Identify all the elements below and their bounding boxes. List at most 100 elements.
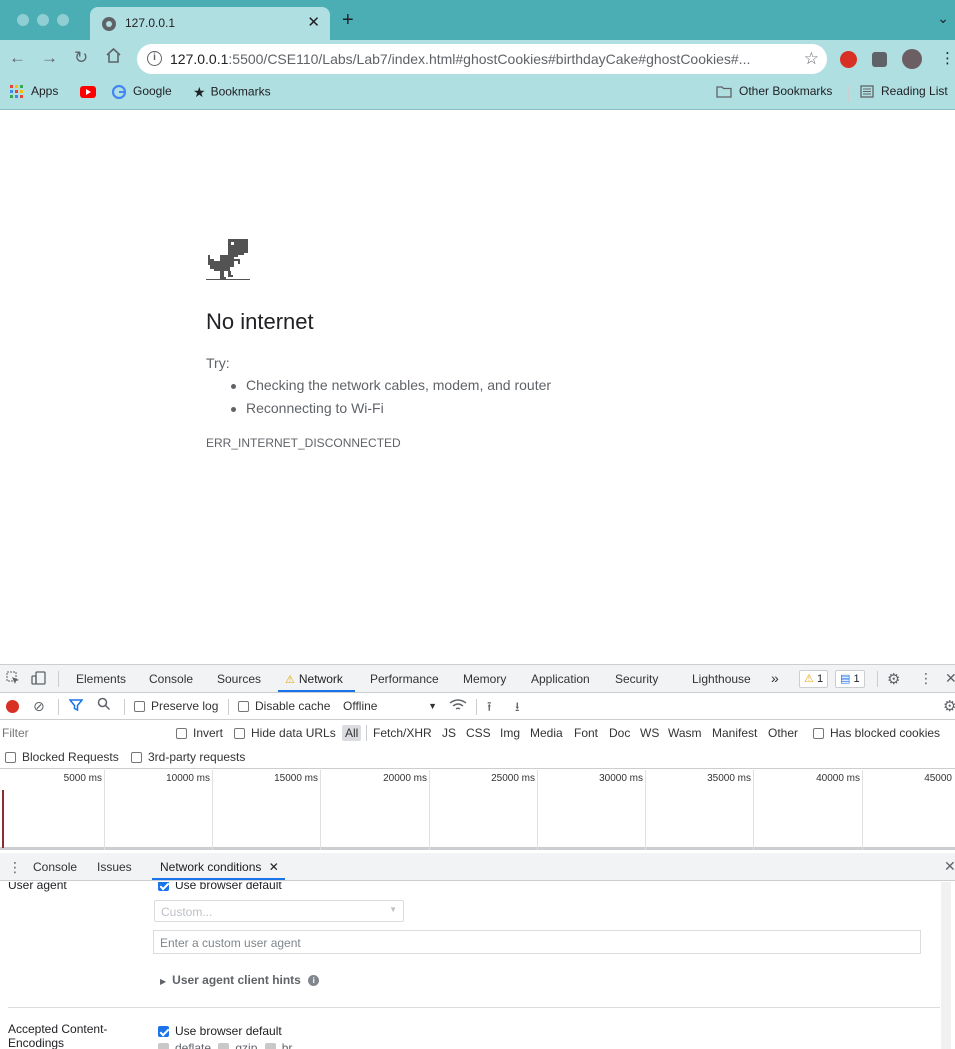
drawer-tab-issues[interactable]: Issues [97, 860, 132, 874]
network-settings-gear-icon[interactable]: ⚙ [943, 697, 955, 715]
reading-list[interactable]: Reading List [860, 84, 948, 98]
type-filter-other[interactable]: Other [768, 726, 798, 740]
settings-gear-icon[interactable]: ⚙ [887, 670, 900, 688]
divider [228, 699, 229, 715]
back-button[interactable]: ← [9, 48, 26, 68]
bookmark-bookmarks[interactable]: ★ Bookmarks [193, 84, 271, 101]
invert-checkbox[interactable]: Invert [176, 726, 223, 740]
drawer-tab-console[interactable]: Console [33, 860, 77, 874]
inspect-element-icon[interactable] [6, 671, 20, 688]
tab-close-icon[interactable]: ✕ [307, 13, 320, 31]
type-filter-wasm[interactable]: Wasm [668, 726, 702, 740]
devtools-tabbar: Elements Console Sources ⚠ Network Perfor… [0, 665, 955, 693]
has-blocked-cookies-checkbox[interactable]: Has blocked cookies [813, 726, 940, 740]
tab-lighthouse[interactable]: Lighthouse [692, 672, 751, 686]
type-filter-js[interactable]: JS [442, 726, 456, 740]
type-filter-media[interactable]: Media [530, 726, 563, 740]
tab-sources[interactable]: Sources [217, 672, 261, 686]
tab-elements[interactable]: Elements [76, 672, 126, 686]
record-button[interactable] [6, 700, 19, 713]
close-drawer-icon[interactable]: ✕ [944, 858, 955, 875]
window-close-button[interactable] [17, 14, 29, 26]
browser-menu-icon[interactable]: ⋮ [940, 49, 955, 67]
network-conditions-panel: User agent Use browser default Custom...… [0, 882, 955, 1049]
bookmark-star-icon[interactable]: ☆ [804, 49, 819, 69]
error-page: No internet Try: Checking the network ca… [0, 111, 955, 664]
network-conditions-icon[interactable] [449, 698, 467, 715]
section-divider [8, 1007, 940, 1008]
bookmark-google[interactable]: Google [112, 84, 172, 99]
drawer-menu-icon[interactable]: ⋮ [8, 859, 22, 876]
type-filter-img[interactable]: Img [500, 726, 520, 740]
clear-icon[interactable]: ⊘ [33, 698, 45, 715]
device-toolbar-icon[interactable] [31, 671, 47, 688]
tab-security[interactable]: Security [615, 672, 658, 686]
type-filter-fetch-xhr[interactable]: Fetch/XHR [373, 726, 432, 740]
ua-use-default-checkbox[interactable]: Use browser default [158, 882, 282, 892]
scrollbar[interactable] [941, 882, 951, 1049]
network-overview-timeline[interactable]: 5000 ms 10000 ms 15000 ms 20000 ms 25000… [0, 770, 955, 850]
throttling-select[interactable]: Offline ▼ [343, 699, 437, 713]
home-icon [106, 47, 121, 63]
hide-data-urls-checkbox[interactable]: Hide data URLs [234, 726, 336, 740]
client-hints-toggle[interactable]: ▶ User agent client hints i [160, 973, 320, 987]
other-bookmarks[interactable]: Other Bookmarks [716, 84, 832, 98]
preserve-log-checkbox[interactable]: Preserve log [134, 699, 218, 713]
tab-application[interactable]: Application [531, 672, 590, 686]
tab-network[interactable]: ⚠ Network [285, 672, 343, 686]
reload-button[interactable]: ↻ [74, 48, 88, 68]
close-devtools-icon[interactable]: ✕ [945, 670, 955, 687]
new-tab-button[interactable]: + [342, 9, 354, 32]
window-minimize-button[interactable] [37, 14, 49, 26]
home-button[interactable] [105, 47, 122, 69]
messages-badge[interactable]: ▤ 1 [835, 670, 865, 688]
site-info-icon[interactable]: i [147, 51, 162, 66]
type-filter-css[interactable]: CSS [466, 726, 491, 740]
more-tabs-button[interactable]: » [771, 670, 779, 686]
filter-input[interactable] [2, 724, 162, 742]
adblock-extension-icon[interactable] [840, 51, 857, 68]
youtube-icon [80, 85, 96, 98]
divider [366, 725, 367, 741]
encodings-use-default-checkbox[interactable]: Use browser default [158, 1024, 282, 1038]
tab-performance[interactable]: Performance [370, 672, 439, 686]
divider [124, 699, 125, 715]
globe-icon [102, 17, 116, 31]
tab-memory[interactable]: Memory [463, 672, 506, 686]
active-tab-indicator [278, 690, 355, 692]
error-title: No internet [206, 309, 314, 334]
url-text[interactable]: 127.0.0.1:5500/CSE110/Labs/Lab7/index.ht… [170, 51, 785, 67]
window-zoom-button[interactable] [57, 14, 69, 26]
forward-button[interactable]: → [41, 48, 58, 68]
network-toolbar: ⊘ Preserve log Disable cache Offline ▼ ⭱ … [0, 694, 955, 720]
bookmark-apps[interactable]: Apps [10, 84, 58, 99]
type-filter-ws[interactable]: WS [640, 726, 659, 740]
tab-search-icon[interactable]: ⌄ [937, 10, 949, 27]
timeline-gridline [212, 770, 213, 850]
blocked-requests-checkbox[interactable]: Blocked Requests [5, 750, 119, 764]
suggestion-list: Checking the network cables, modem, and … [230, 377, 551, 423]
tab-console[interactable]: Console [149, 672, 193, 686]
browser-tab[interactable]: 127.0.0.1 ✕ [90, 7, 330, 40]
address-bar[interactable]: i 127.0.0.1:5500/CSE110/Labs/Lab7/index.… [137, 44, 827, 74]
profile-avatar[interactable] [902, 49, 922, 69]
import-har-icon[interactable]: ⭱ [487, 698, 492, 720]
devtools-menu-icon[interactable]: ⋮ [919, 670, 933, 687]
type-filter-manifest[interactable]: Manifest [712, 726, 757, 740]
user-agent-label: User agent [8, 882, 67, 892]
search-icon[interactable] [97, 697, 111, 714]
export-har-icon[interactable]: ⭳ [515, 698, 520, 720]
drawer-tab-network-conditions[interactable]: Network conditions ✕ [160, 860, 279, 874]
apps-grid-icon [10, 84, 23, 98]
extensions-puzzle-icon[interactable] [872, 52, 887, 67]
disable-cache-checkbox[interactable]: Disable cache [238, 699, 330, 713]
timeline-gridline [753, 770, 754, 850]
bookmark-youtube[interactable] [80, 84, 103, 98]
type-filter-font[interactable]: Font [574, 726, 598, 740]
type-filter-doc[interactable]: Doc [609, 726, 630, 740]
warnings-badge[interactable]: ⚠ 1 [799, 670, 829, 688]
type-filter-all[interactable]: All [342, 725, 362, 741]
bookmarks-divider [848, 86, 849, 102]
third-party-requests-checkbox[interactable]: 3rd-party requests [131, 750, 245, 764]
filter-icon[interactable] [68, 698, 84, 715]
